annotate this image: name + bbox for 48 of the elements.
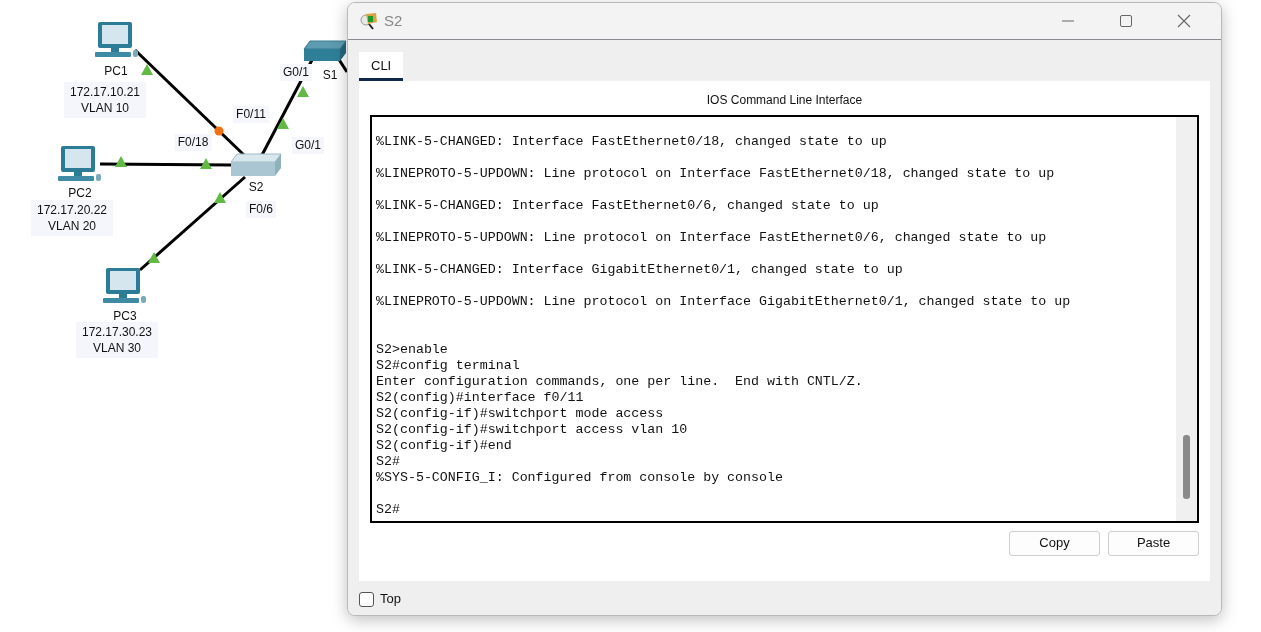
device-label: S2 [248,180,264,194]
vlan-label: VLAN 30 [93,340,141,356]
terminal-line: S2>enable [376,341,449,358]
port-label: G0/1 [280,64,312,81]
device-label: PC3 [113,309,137,323]
terminal-line: %LINEPROTO-5-UPDOWN: Line protocol on Interface GigabitEthernet0/1, changed state to up [376,293,1072,310]
terminal-line: %LINK-5-CHANGED: Interface FastEthernet0/6, changed state to up [376,197,880,214]
terminal-line: Enter configuration commands, one per line. End with CNTL/Z. [376,373,864,390]
ip-address: 172.17.10.21 [69,84,141,100]
pc-icon [58,146,101,181]
device-label: PC2 [68,186,92,200]
pc-icon [103,268,146,303]
switch-icon [230,153,282,176]
app-icon [360,12,378,30]
port-label: F0/11 [233,106,269,123]
terminal-line: S2(config-if)#end [376,437,513,454]
terminal-line: S2(config-if)#switchport access vlan 10 [376,421,689,438]
pc-icon [95,22,138,57]
terminal-line: S2(config-if)#switchport mode access [376,405,665,422]
terminal-line: S2(config)#interface f0/11 [376,389,585,406]
device-label: PC1 [104,64,128,78]
vlan-label: VLAN 20 [48,218,96,234]
port-label: F0/18 [174,134,212,151]
top-checkbox[interactable] [359,591,374,607]
terminal-line: S2# [376,453,401,470]
cli-tab[interactable]: CLI [359,52,404,81]
action-button[interactable]: Copy [1009,530,1100,556]
terminal-line: S2#config terminal [376,357,521,374]
device-label: S1 [322,68,338,82]
scrollbar-thumb[interactable] [1183,434,1190,499]
window-title: S2 [384,10,403,31]
maximize-icon [1119,14,1133,28]
terminal-line: %LINK-5-CHANGED: Interface FastEthernet0/18, changed state to up [376,133,888,150]
terminal-line: %SYS-5-CONFIG_I: Configured from console by console [376,469,784,486]
terminal-line: S2# [376,501,401,518]
terminal-line: %LINK-5-CHANGED: Interface GigabitEthernet0/1, changed state to up [376,261,904,278]
checkbox-label: Top [380,590,401,609]
switch-icon [303,40,347,61]
action-button[interactable]: Paste [1108,530,1199,556]
terminal-line: %LINEPROTO-5-UPDOWN: Line protocol on Interface FastEthernet0/6, changed state to up [376,229,1048,246]
close-icon [1177,14,1191,28]
panel-title: IOS Command Line Interface [705,91,864,109]
vlan-label: VLAN 10 [81,100,129,116]
terminal-line: %LINEPROTO-5-UPDOWN: Line protocol on Interface FastEthernet0/18, changed state to up [376,165,1056,182]
port-label: F0/6 [246,201,276,218]
ip-address: 172.17.20.22 [36,202,108,218]
port-label: G0/1 [292,137,324,154]
ip-address: 172.17.30.23 [81,324,153,340]
